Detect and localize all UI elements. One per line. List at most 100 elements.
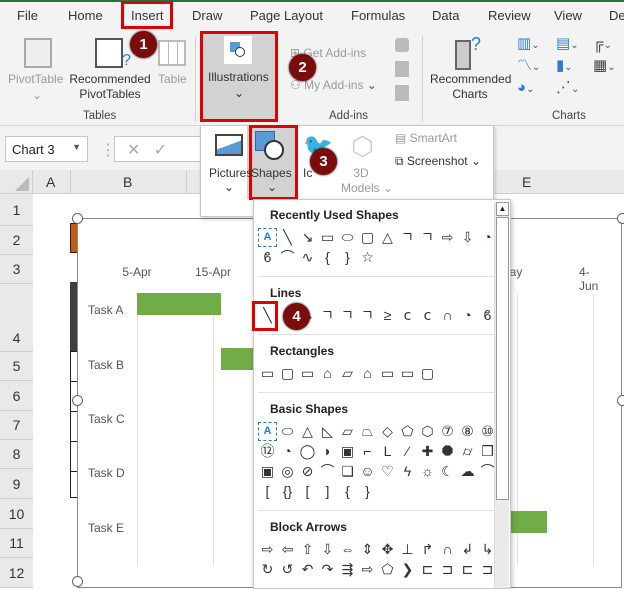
- enter-icon[interactable]: ✓: [154, 142, 167, 159]
- basic-shape-icon[interactable]: ☺: [358, 462, 377, 481]
- basic-shape-icon[interactable]: A: [258, 422, 277, 441]
- line-shape-icon[interactable]: ╲: [258, 306, 277, 325]
- smartart-button[interactable]: ▤ SmartArt: [395, 131, 457, 146]
- recent-shape-icon[interactable]: ㄱ: [398, 228, 417, 247]
- row-header-7[interactable]: 7: [0, 411, 33, 440]
- basic-shape-icon[interactable]: ☁: [458, 462, 477, 481]
- basic-shape-icon[interactable]: }: [358, 482, 377, 501]
- row-header-9[interactable]: 9: [0, 469, 33, 499]
- block-arrow-shape-icon[interactable]: ✥: [378, 540, 397, 559]
- block-arrow-shape-icon[interactable]: ⊐: [438, 560, 457, 579]
- scroll-up-button[interactable]: ▲: [496, 202, 509, 216]
- line-shape-icon[interactable]: ∩: [438, 306, 457, 325]
- basic-shape-icon[interactable]: [: [258, 482, 277, 501]
- tab-developer[interactable]: De: [609, 8, 624, 23]
- basic-shape-icon[interactable]: L: [378, 442, 397, 461]
- recent-shape-icon[interactable]: ∿: [298, 248, 317, 267]
- illustrations-button[interactable]: Illustrations ⌄: [201, 32, 276, 120]
- cancel-icon[interactable]: ✕: [127, 142, 140, 159]
- screenshot-button[interactable]: ⧉ Screenshot ⌄: [395, 154, 481, 169]
- line-shape-icon[interactable]: ㄱ: [358, 306, 377, 325]
- hierarchy-chart-icon[interactable]: ▤⌄: [556, 36, 579, 53]
- basic-shape-icon[interactable]: ▣: [258, 462, 277, 481]
- row-header-1[interactable]: 1: [0, 194, 33, 226]
- block-arrow-shape-icon[interactable]: ⊏: [418, 560, 437, 579]
- basic-shape-icon[interactable]: ⬭: [278, 422, 297, 441]
- resize-handle[interactable]: [617, 395, 624, 406]
- gallery-scrollbar[interactable]: ▲: [494, 202, 509, 588]
- line-shape-icon[interactable]: ⅽ: [418, 306, 437, 325]
- basic-shape-icon[interactable]: ▱: [338, 422, 357, 441]
- recent-shape-icon[interactable]: ⬭: [338, 228, 357, 247]
- name-box[interactable]: Chart 3 ▼: [5, 136, 88, 162]
- tab-formulas[interactable]: Formulas: [351, 8, 405, 23]
- rectangle-shape-icon[interactable]: ▱: [338, 364, 357, 383]
- basic-shape-icon[interactable]: ⑧: [458, 422, 477, 441]
- table-button[interactable]: Table: [158, 72, 187, 87]
- visio-icon[interactable]: [395, 38, 409, 52]
- column-header-b[interactable]: B: [123, 174, 132, 190]
- tab-review[interactable]: Review: [488, 8, 531, 23]
- recent-shape-icon[interactable]: ㄱ: [418, 228, 437, 247]
- pivottable-button[interactable]: PivotTable: [8, 72, 63, 87]
- basic-shape-icon[interactable]: ▣: [338, 442, 357, 461]
- basic-shape-icon[interactable]: △: [298, 422, 317, 441]
- basic-shape-icon[interactable]: ⁄: [398, 442, 417, 461]
- rectangle-shape-icon[interactable]: ⌂: [318, 364, 337, 383]
- basic-shape-icon[interactable]: ◔: [278, 442, 297, 461]
- scatter-chart-icon[interactable]: ⋰⌄: [556, 80, 579, 97]
- block-arrow-shape-icon[interactable]: ↲: [458, 540, 477, 559]
- block-arrow-shape-icon[interactable]: ⇦: [278, 540, 297, 559]
- shapes-button[interactable]: Shapes ⌄: [247, 126, 298, 199]
- basic-shape-icon[interactable]: ⊘: [298, 462, 317, 481]
- block-arrow-shape-icon[interactable]: ⇔: [338, 540, 357, 559]
- line-chart-icon[interactable]: 〽⌄: [517, 58, 540, 75]
- block-arrow-shape-icon[interactable]: ↷: [318, 560, 337, 579]
- recent-shape-icon[interactable]: A: [258, 228, 277, 247]
- combo-chart-icon[interactable]: ▦⌄: [593, 58, 616, 75]
- block-arrow-shape-icon[interactable]: ⇧: [298, 540, 317, 559]
- column-header-e[interactable]: E: [522, 174, 531, 190]
- line-shape-icon[interactable]: ㄱ: [318, 306, 337, 325]
- line-shape-icon[interactable]: ㄱ: [338, 306, 357, 325]
- block-arrow-shape-icon[interactable]: ❯: [398, 560, 417, 579]
- basic-shape-icon[interactable]: ⑫: [258, 442, 277, 461]
- line-shape-icon[interactable]: ⅽ: [398, 306, 417, 325]
- waterfall-chart-icon[interactable]: ╔⌄: [593, 36, 612, 53]
- people-graph-icon[interactable]: [395, 85, 409, 101]
- rectangle-shape-icon[interactable]: ▭: [298, 364, 317, 383]
- resize-handle[interactable]: [617, 213, 624, 224]
- column-header-a[interactable]: A: [46, 174, 55, 190]
- basic-shape-icon[interactable]: ◎: [278, 462, 297, 481]
- column-chart-icon[interactable]: ▥⌄: [517, 36, 540, 53]
- tab-draw[interactable]: Draw: [192, 8, 222, 23]
- block-arrow-shape-icon[interactable]: ⇨: [358, 560, 377, 579]
- basic-shape-icon[interactable]: ☾: [438, 462, 457, 481]
- block-arrow-shape-icon[interactable]: ↻: [258, 560, 277, 579]
- row-header-3[interactable]: 3: [0, 255, 33, 284]
- basic-shape-icon[interactable]: ☼: [418, 462, 437, 481]
- basic-shape-icon[interactable]: ◺: [318, 422, 337, 441]
- row-header-12[interactable]: 12: [0, 558, 33, 588]
- resize-handle[interactable]: [72, 395, 83, 406]
- block-arrow-shape-icon[interactable]: ↱: [418, 540, 437, 559]
- scroll-thumb[interactable]: [496, 217, 509, 500]
- row-header-5[interactable]: 5: [0, 352, 33, 381]
- block-arrow-shape-icon[interactable]: ⇕: [358, 540, 377, 559]
- basic-shape-icon[interactable]: ϟ: [398, 462, 417, 481]
- row-header-6[interactable]: 6: [0, 381, 33, 411]
- basic-shape-icon[interactable]: ⬠: [398, 422, 417, 441]
- tab-view[interactable]: View: [554, 8, 582, 23]
- pie-chart-icon[interactable]: ◕⌄: [517, 80, 534, 97]
- bing-maps-icon[interactable]: [395, 61, 409, 77]
- block-arrow-shape-icon[interactable]: ↺: [278, 560, 297, 579]
- row-header-4[interactable]: 4: [0, 284, 33, 352]
- basic-shape-icon[interactable]: ⑦: [438, 422, 457, 441]
- basic-shape-icon[interactable]: ❏: [338, 462, 357, 481]
- line-shape-icon[interactable]: ◔: [458, 306, 477, 325]
- recent-shape-icon[interactable]: {: [318, 248, 337, 267]
- basic-shape-icon[interactable]: [: [298, 482, 317, 501]
- block-arrow-shape-icon[interactable]: ⊏: [458, 560, 477, 579]
- resize-handle[interactable]: [72, 576, 83, 587]
- recommended-pivottables-button[interactable]: Recommended PivotTables: [68, 72, 152, 102]
